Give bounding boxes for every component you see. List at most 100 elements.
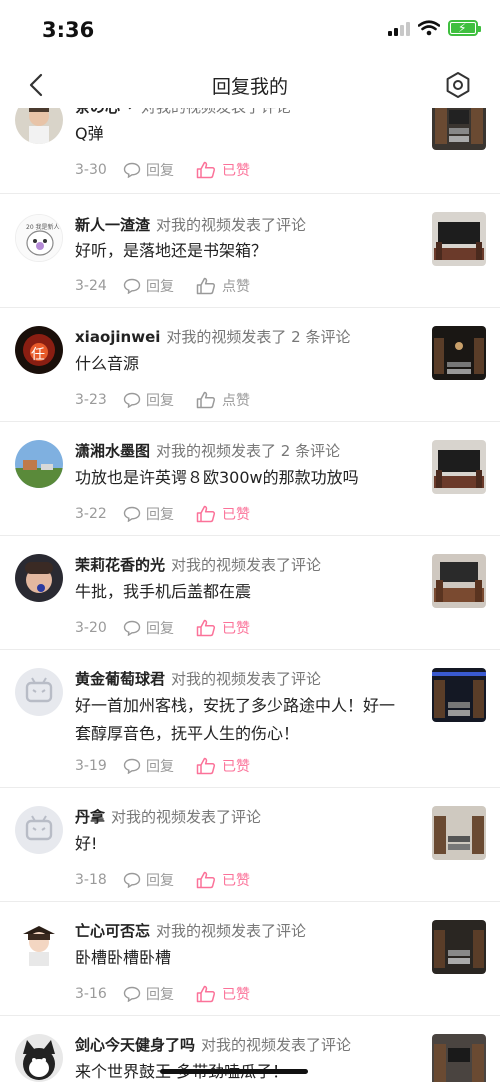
username[interactable]: 潇湘水墨图 bbox=[75, 442, 150, 460]
reply-button[interactable]: 回复 bbox=[123, 984, 174, 1004]
user-avatar[interactable] bbox=[15, 806, 63, 854]
reply-meta: 3-18 回复 已赞 bbox=[75, 870, 250, 890]
reply-label: 回复 bbox=[146, 163, 174, 179]
reply-meta: 3-30 回复 已赞 bbox=[75, 160, 250, 180]
like-button[interactable]: 已赞 bbox=[196, 984, 250, 1004]
reply-date: 3-19 bbox=[75, 758, 107, 774]
like-button[interactable]: 已赞 bbox=[196, 618, 250, 638]
reply-header: 潇湘水墨图 对我的视频发表了 2 条评论 bbox=[75, 440, 420, 461]
reply-button[interactable]: 回复 bbox=[123, 756, 174, 776]
reply-text[interactable]: 好! bbox=[75, 830, 410, 858]
reply-date: 3-18 bbox=[75, 872, 107, 888]
video-thumbnail[interactable] bbox=[432, 440, 486, 494]
like-button[interactable]: 已赞 bbox=[196, 756, 250, 776]
reply-header: 剑心今天健身了吗 对我的视频发表了评论 bbox=[75, 1034, 420, 1055]
like-button[interactable]: 已赞 bbox=[196, 504, 250, 524]
video-thumbnail[interactable] bbox=[432, 668, 486, 722]
reply-text[interactable]: 什么音源 bbox=[75, 350, 410, 378]
reply-meta: 3-22 回复 已赞 bbox=[75, 504, 250, 524]
reply-text[interactable]: Q弹 bbox=[75, 120, 410, 148]
like-button[interactable]: 点赞 bbox=[196, 390, 250, 410]
status-time: 3:36 bbox=[42, 18, 95, 42]
username[interactable]: 茶の心丶 bbox=[75, 108, 135, 116]
thumbs-up-icon bbox=[196, 757, 216, 775]
reply-text[interactable]: 好一首加州客栈，安抚了多少路途中人！好一套醇厚音色，抚平人生的伤心！ bbox=[75, 692, 410, 748]
username[interactable]: 新人一渣渣 bbox=[75, 216, 150, 234]
comment-bubble-icon bbox=[123, 872, 141, 888]
username[interactable]: 剑心今天健身了吗 bbox=[75, 1036, 195, 1054]
reply-action: 对我的视频发表了评论 bbox=[156, 922, 307, 940]
user-avatar[interactable] bbox=[15, 920, 63, 968]
video-thumbnail[interactable] bbox=[432, 1034, 486, 1082]
reply-label: 回复 bbox=[146, 987, 174, 1003]
reply-button[interactable]: 回复 bbox=[123, 160, 174, 180]
reply-item[interactable]: 潇湘水墨图 对我的视频发表了 2 条评论 功放也是许英谔８欧300w的那款功放吗 … bbox=[0, 422, 500, 536]
like-label: 已赞 bbox=[222, 507, 250, 523]
reply-action: 对我的视频发表了评论 bbox=[141, 108, 291, 116]
username[interactable]: 茉莉花香的光 bbox=[75, 556, 165, 574]
user-avatar[interactable] bbox=[15, 1034, 63, 1082]
like-label: 已赞 bbox=[222, 873, 250, 889]
reply-item[interactable]: 任 xiaojinwei 对我的视频发表了 2 条评论 什么音源 3-23 回复 … bbox=[0, 308, 500, 422]
video-thumbnail[interactable] bbox=[432, 920, 486, 974]
like-label: 已赞 bbox=[222, 759, 250, 775]
reply-date: 3-30 bbox=[75, 162, 107, 178]
reply-action: 对我的视频发表了评论 bbox=[171, 556, 322, 574]
reply-button[interactable]: 回复 bbox=[123, 276, 174, 296]
reply-item[interactable]: 茉莉花香的光 对我的视频发表了评论 牛批，我手机后盖都在震 3-20 回复 已赞 bbox=[0, 536, 500, 650]
reply-item[interactable]: 茶の心丶对我的视频发表了评论 Q弹 3-30 回复 已赞 bbox=[0, 108, 500, 194]
like-button[interactable]: 已赞 bbox=[196, 870, 250, 890]
user-avatar[interactable]: 20 我是新人 bbox=[15, 214, 63, 262]
username[interactable]: xiaojinwei bbox=[75, 328, 160, 346]
reply-button[interactable]: 回复 bbox=[123, 870, 174, 890]
reply-button[interactable]: 回复 bbox=[123, 390, 174, 410]
reply-item[interactable]: 20 我是新人 新人一渣渣 对我的视频发表了评论 好听，是落地还是书架箱？ 3-2… bbox=[0, 194, 500, 308]
reply-meta: 3-19 回复 已赞 bbox=[75, 756, 250, 776]
comment-bubble-icon bbox=[123, 278, 141, 294]
home-indicator[interactable] bbox=[160, 1069, 308, 1074]
user-avatar[interactable] bbox=[15, 668, 63, 716]
video-thumbnail[interactable] bbox=[432, 806, 486, 860]
reply-header: 黄金葡萄球君 对我的视频发表了评论 bbox=[75, 668, 420, 689]
reply-text[interactable]: 好听，是落地还是书架箱？ bbox=[75, 237, 410, 265]
settings-gear-icon[interactable] bbox=[444, 71, 472, 99]
video-thumbnail[interactable] bbox=[432, 108, 486, 150]
user-avatar[interactable] bbox=[15, 108, 63, 144]
reply-label: 回复 bbox=[146, 873, 174, 889]
user-avatar[interactable] bbox=[15, 440, 63, 488]
reply-date: 3-23 bbox=[75, 392, 107, 408]
reply-list[interactable]: 茶の心丶对我的视频发表了评论 Q弹 3-30 回复 已赞 20 我 bbox=[0, 108, 500, 1082]
user-avatar[interactable] bbox=[15, 554, 63, 602]
comment-bubble-icon bbox=[123, 162, 141, 178]
wifi-icon bbox=[418, 20, 440, 36]
reply-header: 新人一渣渣 对我的视频发表了评论 bbox=[75, 214, 420, 235]
reply-label: 回复 bbox=[146, 279, 174, 295]
reply-button[interactable]: 回复 bbox=[123, 504, 174, 524]
reply-text[interactable]: 功放也是许英谔８欧300w的那款功放吗 bbox=[75, 464, 410, 492]
video-thumbnail[interactable] bbox=[432, 554, 486, 608]
status-icons: ⚡ bbox=[388, 20, 481, 36]
video-thumbnail[interactable] bbox=[432, 212, 486, 266]
reply-date: 3-22 bbox=[75, 506, 107, 522]
video-thumbnail[interactable] bbox=[432, 326, 486, 380]
reply-text[interactable]: 卧槽卧槽卧槽 bbox=[75, 944, 410, 972]
comment-bubble-icon bbox=[123, 392, 141, 408]
reply-item[interactable]: 黄金葡萄球君 对我的视频发表了评论 好一首加州客栈，安抚了多少路途中人！好一套醇厚… bbox=[0, 650, 500, 788]
reply-action: 对我的视频发表了 2 条评论 bbox=[156, 442, 341, 460]
reply-item[interactable]: 丹拿 对我的视频发表了评论 好! 3-18 回复 已赞 bbox=[0, 788, 500, 902]
username[interactable]: 亡心可否忘 bbox=[75, 922, 150, 940]
reply-text[interactable]: 牛批，我手机后盖都在震 bbox=[75, 578, 410, 606]
username[interactable]: 黄金葡萄球君 bbox=[75, 670, 165, 688]
svg-text:20 我是新人: 20 我是新人 bbox=[26, 223, 60, 231]
like-button[interactable]: 已赞 bbox=[196, 160, 250, 180]
reply-button[interactable]: 回复 bbox=[123, 618, 174, 638]
reply-action: 对我的视频发表了评论 bbox=[156, 216, 307, 234]
reply-item[interactable]: 亡心可否忘 对我的视频发表了评论 卧槽卧槽卧槽 3-16 回复 已赞 bbox=[0, 902, 500, 1016]
username[interactable]: 丹拿 bbox=[75, 808, 105, 826]
user-avatar[interactable]: 任 bbox=[15, 326, 63, 374]
reply-meta: 3-24 回复 点赞 bbox=[75, 276, 250, 296]
reply-date: 3-24 bbox=[75, 278, 107, 294]
thumbs-up-icon bbox=[196, 985, 216, 1003]
like-button[interactable]: 点赞 bbox=[196, 276, 250, 296]
thumbs-up-icon bbox=[196, 505, 216, 523]
